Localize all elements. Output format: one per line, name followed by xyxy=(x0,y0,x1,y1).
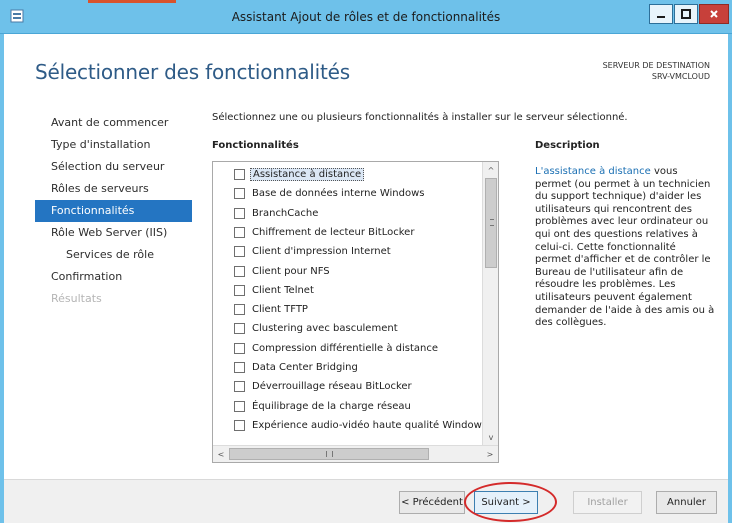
grip-icon xyxy=(490,219,494,226)
feature-checkbox[interactable] xyxy=(234,188,245,200)
feature-checkbox[interactable] xyxy=(234,304,245,316)
list-item[interactable]: Data Center Bridging xyxy=(213,358,358,377)
list-item[interactable]: BranchCache xyxy=(213,204,318,223)
destination-server-name: SRV-VMCLOUD xyxy=(651,72,710,81)
feature-checkbox[interactable] xyxy=(234,342,245,354)
previous-button[interactable]: < Précédent xyxy=(399,491,465,514)
page-title: Sélectionner des fonctionnalités xyxy=(35,60,350,84)
feature-label: Chiffrement de lecteur BitLocker xyxy=(252,226,415,238)
scroll-up-icon[interactable]: ^ xyxy=(483,162,498,178)
nav-item-features[interactable]: Fonctionnalités xyxy=(35,200,192,222)
window-border-right xyxy=(728,34,732,523)
description-text: L'assistance à distance vous permet (ou … xyxy=(535,166,715,330)
instruction-text: Sélectionnez une ou plusieurs fonctionna… xyxy=(212,112,628,123)
nav-item-confirmation[interactable]: Confirmation xyxy=(35,266,192,288)
feature-label: Expérience audio-vidéo haute qualité Win… xyxy=(252,419,487,431)
window-title: Assistant Ajout de rôles et de fonctionn… xyxy=(231,10,501,24)
nav-item-web-server-role[interactable]: Rôle Web Server (IIS) xyxy=(35,222,192,244)
feature-checkbox[interactable] xyxy=(234,323,245,335)
list-item[interactable]: Base de données interne Windows xyxy=(213,184,424,203)
maximize-icon xyxy=(681,9,691,19)
list-item[interactable]: Client TFTP xyxy=(213,300,308,319)
feature-checkbox[interactable] xyxy=(234,207,245,219)
scroll-left-icon[interactable]: < xyxy=(213,446,229,462)
list-item[interactable]: Équilibrage de la charge réseau xyxy=(213,397,411,416)
taskbar-accent-strip xyxy=(88,0,176,3)
list-item[interactable]: Déverrouillage réseau BitLocker xyxy=(213,377,412,396)
list-item[interactable]: Expérience audio-vidéo haute qualité Win… xyxy=(213,416,487,435)
list-item[interactable]: Client pour NFS xyxy=(213,262,330,281)
nav-item-before-you-begin[interactable]: Avant de commencer xyxy=(35,112,192,134)
list-item[interactable]: Assistance à distance xyxy=(213,165,365,184)
vertical-scrollbar[interactable]: ^ v xyxy=(482,162,498,445)
features-header: Fonctionnalités xyxy=(212,140,299,151)
cancel-button[interactable]: Annuler xyxy=(656,491,717,514)
nav-item-server-roles[interactable]: Rôles de serveurs xyxy=(35,178,192,200)
close-button[interactable] xyxy=(699,4,729,24)
close-icon xyxy=(710,10,718,18)
maximize-button[interactable] xyxy=(674,4,698,24)
window-border-left xyxy=(0,34,4,523)
minimize-icon xyxy=(657,16,665,18)
scroll-right-icon[interactable]: > xyxy=(482,446,498,462)
scroll-down-icon[interactable]: v xyxy=(483,429,498,445)
list-item[interactable]: Chiffrement de lecteur BitLocker xyxy=(213,223,414,242)
description-body: vous permet (ou permet à un technicien d… xyxy=(535,166,715,329)
feature-label: Client TFTP xyxy=(252,304,308,316)
grip-icon xyxy=(326,451,333,457)
feature-label: Base de données interne Windows xyxy=(252,188,425,200)
nav-item-server-selection[interactable]: Sélection du serveur xyxy=(35,156,192,178)
description-link[interactable]: L'assistance à distance xyxy=(535,166,651,177)
feature-checkbox[interactable] xyxy=(234,419,245,431)
install-button: Installer xyxy=(573,491,642,514)
feature-checkbox[interactable] xyxy=(234,362,245,373)
nav-item-results: Résultats xyxy=(51,292,102,305)
feature-label: BranchCache xyxy=(252,207,319,219)
feature-label: Déverrouillage réseau BitLocker xyxy=(252,381,412,393)
list-item[interactable]: Compression différentielle à distance xyxy=(213,339,438,358)
feature-checkbox[interactable] xyxy=(234,226,245,238)
feature-label: Client pour NFS xyxy=(252,265,330,277)
description-header: Description xyxy=(535,140,600,151)
list-item[interactable]: Client d'impression Internet xyxy=(213,242,391,261)
destination-server: SERVEUR DE DESTINATION SRV-VMCLOUD xyxy=(603,60,710,82)
feature-label: Client Telnet xyxy=(252,284,314,296)
nav-item-role-services[interactable]: Services de rôle xyxy=(35,244,192,266)
feature-label: Équilibrage de la charge réseau xyxy=(252,400,411,412)
vertical-scroll-thumb[interactable] xyxy=(485,178,497,268)
horizontal-scrollbar[interactable]: < > xyxy=(213,445,498,462)
feature-label: Assistance à distance xyxy=(250,168,365,181)
list-item[interactable]: Clustering avec basculement xyxy=(213,319,398,338)
feature-checkbox[interactable] xyxy=(234,169,245,180)
horizontal-scroll-thumb[interactable] xyxy=(229,448,429,460)
feature-label: Compression différentielle à distance xyxy=(252,342,439,354)
feature-label: Clustering avec basculement xyxy=(252,323,398,335)
feature-checkbox[interactable] xyxy=(234,400,245,412)
list-item[interactable]: Client Telnet xyxy=(213,281,314,300)
nav-item-installation-type[interactable]: Type d'installation xyxy=(35,134,192,156)
feature-checkbox[interactable] xyxy=(234,284,245,296)
feature-checkbox[interactable] xyxy=(234,265,245,277)
feature-checkbox[interactable] xyxy=(234,381,245,393)
features-list[interactable]: Assistance à distance Base de données int… xyxy=(212,161,499,463)
feature-label: Data Center Bridging xyxy=(252,362,358,373)
feature-checkbox[interactable] xyxy=(234,246,245,258)
minimize-button[interactable] xyxy=(649,4,673,24)
destination-label: SERVEUR DE DESTINATION xyxy=(602,61,710,70)
feature-label: Client d'impression Internet xyxy=(252,246,391,258)
next-button[interactable]: Suivant > xyxy=(474,491,538,514)
title-bar[interactable]: Assistant Ajout de rôles et de fonctionn… xyxy=(0,0,732,34)
wizard-nav: Avant de commencer Type d'installation S… xyxy=(35,112,192,310)
